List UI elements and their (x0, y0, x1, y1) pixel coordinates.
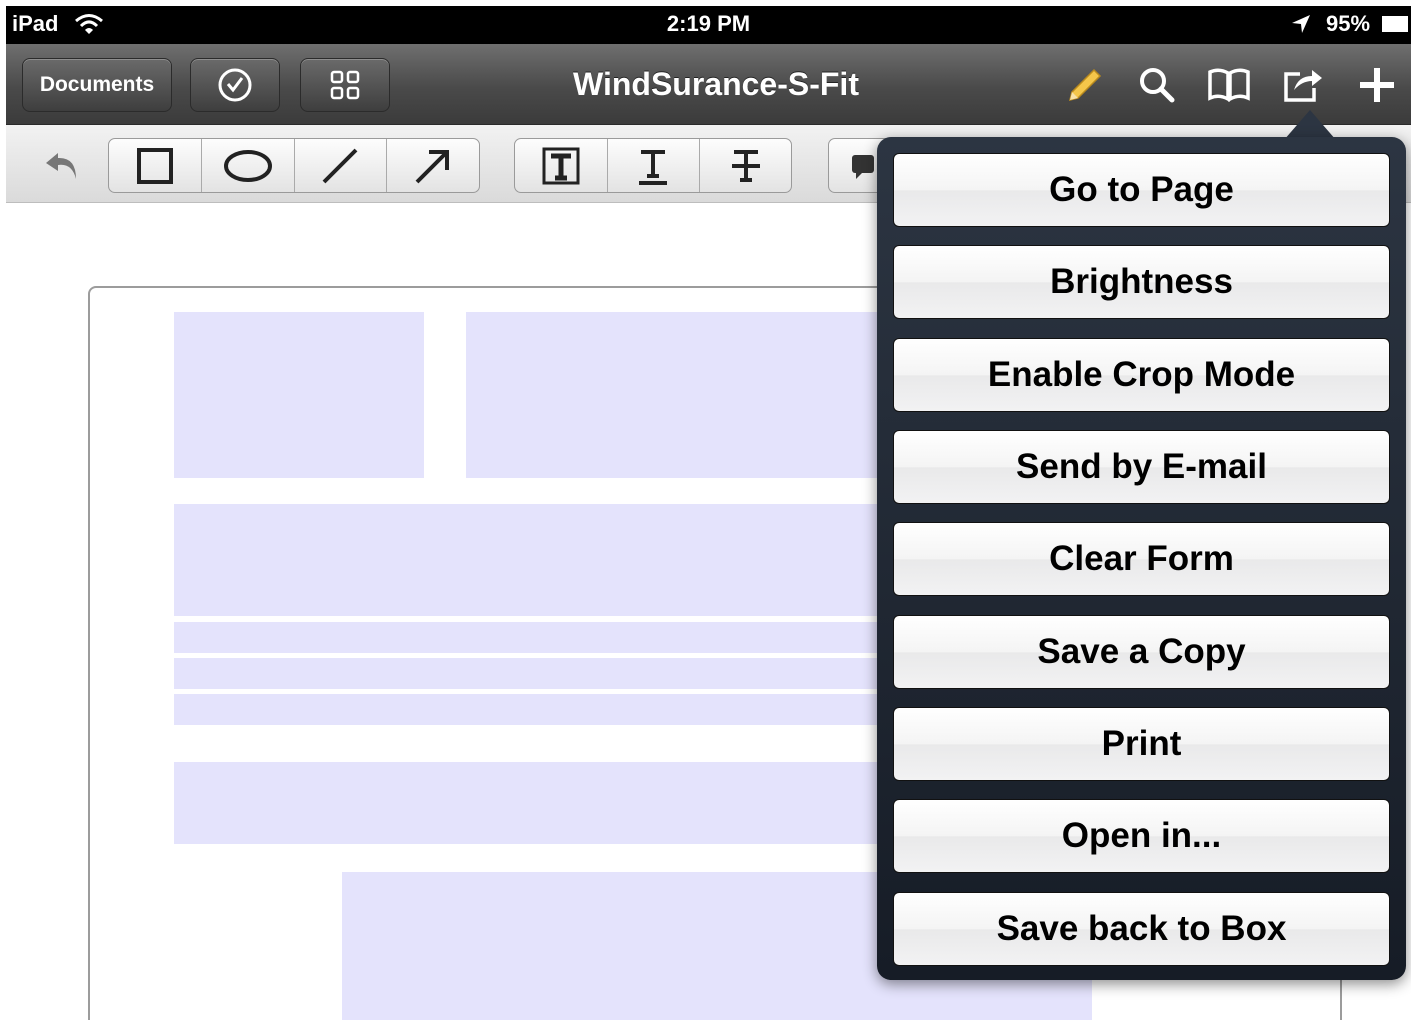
save-back-to-box-button[interactable]: Save back to Box (893, 892, 1390, 966)
thumbnails-button[interactable] (300, 58, 390, 112)
grid-icon (330, 70, 360, 100)
clock-icon (218, 68, 252, 102)
text-box-icon (542, 147, 580, 184)
strikethrough-tool[interactable] (700, 139, 791, 192)
action-popover: Go to Page Brightness Enable Crop Mode S… (877, 137, 1406, 980)
arrow-tool[interactable] (387, 139, 479, 192)
save-a-copy-button[interactable]: Save a Copy (893, 615, 1390, 689)
status-bar: iPad 2:19 PM 95% (6, 6, 1411, 44)
underline-tool[interactable] (608, 139, 701, 192)
document-title: WindSurance-S-Fit (573, 66, 859, 102)
documents-back-label: Documents (39, 73, 155, 96)
undo-icon[interactable] (40, 145, 86, 185)
form-field[interactable] (174, 694, 986, 725)
ellipse-icon (223, 149, 272, 182)
add-icon[interactable] (1354, 62, 1400, 108)
documents-back-button[interactable]: Documents (22, 58, 172, 112)
battery-icon (1382, 16, 1408, 32)
form-field[interactable] (174, 504, 986, 616)
pencil-icon[interactable] (1062, 62, 1108, 108)
strikethrough-icon (731, 149, 760, 182)
form-field[interactable] (174, 762, 986, 844)
rectangle-icon (136, 147, 173, 184)
recent-button[interactable] (190, 58, 280, 112)
enable-crop-mode-button[interactable]: Enable Crop Mode (893, 338, 1390, 412)
form-field[interactable] (174, 658, 986, 689)
location-arrow-icon (1292, 15, 1310, 33)
battery-percent: 95% (1326, 11, 1371, 36)
arrow-icon (415, 149, 450, 183)
ipad-screen: iPad 2:19 PM 95% Documents WindSurance-S… (6, 6, 1411, 1020)
status-time: 2:19 PM (666, 11, 751, 36)
line-tool[interactable] (295, 139, 388, 192)
popover-arrow (1284, 110, 1336, 140)
brightness-button[interactable]: Brightness (893, 245, 1390, 319)
text-tools (514, 138, 792, 193)
open-in-button[interactable]: Open in... (893, 799, 1390, 873)
send-by-email-button[interactable]: Send by E-mail (893, 430, 1390, 504)
shape-tools (108, 138, 480, 193)
form-field[interactable] (174, 312, 424, 478)
ellipse-tool[interactable] (202, 139, 295, 192)
search-icon[interactable] (1134, 62, 1180, 108)
share-icon[interactable] (1280, 62, 1326, 108)
line-icon (322, 148, 358, 183)
print-button[interactable]: Print (893, 707, 1390, 781)
clear-form-button[interactable]: Clear Form (893, 522, 1390, 596)
form-field[interactable] (174, 622, 986, 653)
comment-icon (851, 154, 874, 179)
underline-icon (639, 149, 668, 185)
go-to-page-button[interactable]: Go to Page (893, 153, 1390, 227)
text-box-tool[interactable] (515, 139, 608, 192)
rectangle-tool[interactable] (109, 139, 202, 192)
book-icon[interactable] (1206, 62, 1252, 108)
navigation-bar: Documents WindSurance-S-Fit (6, 44, 1411, 125)
